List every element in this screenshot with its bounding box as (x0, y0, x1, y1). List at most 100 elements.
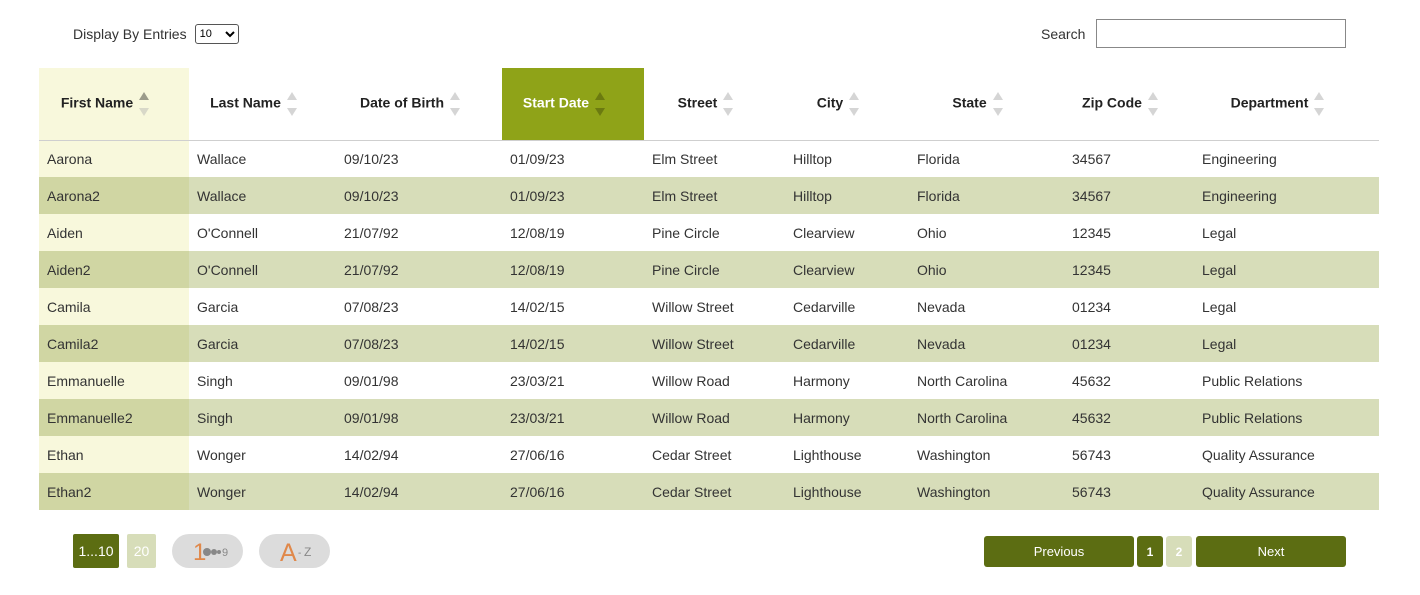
table-cell: Cedarville (785, 325, 909, 362)
table-cell: Pine Circle (644, 214, 785, 251)
sort-down-icon (723, 107, 734, 116)
table-cell: Willow Street (644, 288, 785, 325)
table-row: Aiden O'Connell 21/07/92 12/08/19 Pine Circl… (39, 214, 1379, 251)
sort-up-icon (723, 91, 734, 100)
table-row: Ethan2 Wonger 14/02/94 27/06/16 Cedar Street… (39, 473, 1379, 510)
column-header-state[interactable]: State (909, 68, 1064, 141)
table-cell: Ohio (909, 251, 1064, 288)
table-cell: 01/09/23 (502, 140, 644, 177)
sort-arrows-icon (595, 91, 606, 116)
table-cell: 12345 (1064, 251, 1194, 288)
table-cell: 27/06/16 (502, 436, 644, 473)
table-cell: Hilltop (785, 140, 909, 177)
column-header-date-of-birth[interactable]: Date of Birth (336, 68, 502, 141)
table-row: Aiden2 O'Connell 21/07/92 12/08/19 Pine Circ… (39, 251, 1379, 288)
table-row: Emmanuelle2 Singh 09/01/98 23/03/21 Willow R… (39, 399, 1379, 436)
table-cell: 12/08/19 (502, 251, 644, 288)
table-cell: Garcia (189, 288, 336, 325)
table-cell: 23/03/21 (502, 362, 644, 399)
table-cell: Engineering (1194, 177, 1379, 214)
table-cell: 14/02/94 (336, 436, 502, 473)
table-cell: 27/06/16 (502, 473, 644, 510)
table-cell: Emmanuelle (39, 362, 189, 399)
sort-arrows-icon (849, 91, 860, 116)
sort-down-icon (849, 107, 860, 116)
column-header-label: Department (1230, 94, 1309, 111)
sort-arrows-icon (450, 91, 460, 116)
table-cell: Emmanuelle2 (39, 399, 189, 436)
sort-down-icon (1147, 107, 1158, 116)
table-cell: 01/09/23 (502, 177, 644, 214)
next-button[interactable]: Next (1196, 536, 1346, 567)
table-row: Emmanuelle Singh 09/01/98 23/03/21 Willow Ro… (39, 362, 1379, 399)
table-cell: 09/10/23 (336, 140, 502, 177)
sort-down-icon (286, 107, 297, 116)
column-header-department[interactable]: Department (1194, 68, 1379, 141)
sort-up-icon (450, 91, 460, 100)
sort-arrows-icon (723, 91, 734, 116)
view-options: 1...10 20 1 9 A - Z (73, 534, 330, 568)
table-cell: 12345 (1064, 214, 1194, 251)
table-cell: Quality Assurance (1194, 436, 1379, 473)
table-cell: 21/07/92 (336, 251, 502, 288)
table-cell: 14/02/15 (502, 288, 644, 325)
page-size-10-button[interactable]: 1...10 (73, 534, 119, 568)
table-cell: Cedarville (785, 288, 909, 325)
column-header-start-date[interactable]: Start Date (502, 68, 644, 141)
column-header-label: First Name (60, 94, 134, 111)
table-cell: Camila (39, 288, 189, 325)
table-cell: Quality Assurance (1194, 473, 1379, 510)
column-header-last-name[interactable]: Last Name (189, 68, 336, 141)
column-header-city[interactable]: City (785, 68, 909, 141)
column-header-label: City (816, 94, 844, 111)
table-cell: 56743 (1064, 436, 1194, 473)
numeric-sort-end: 9 (222, 547, 228, 559)
page-1-button[interactable]: 1 (1137, 536, 1163, 567)
table-cell: 01234 (1064, 288, 1194, 325)
sort-down-icon (595, 107, 606, 116)
svg-text:-: - (298, 548, 301, 559)
sort-arrows-icon (139, 91, 150, 116)
table-cell: Washington (909, 436, 1064, 473)
table-cell: 07/08/23 (336, 288, 502, 325)
alpha-sort-button[interactable]: A - Z (259, 534, 330, 568)
table-cell: Wonger (189, 473, 336, 510)
sort-arrows-icon (1147, 91, 1158, 116)
sort-down-icon (450, 107, 460, 116)
column-header-first-name[interactable]: First Name (39, 68, 189, 141)
numeric-sort-button[interactable]: 1 9 (172, 534, 243, 568)
sort-arrows-icon (286, 91, 297, 116)
page-2-button[interactable]: 2 (1166, 536, 1192, 567)
previous-button[interactable]: Previous (984, 536, 1134, 567)
column-header-label: Zip Code (1082, 94, 1142, 111)
search-input[interactable] (1096, 19, 1346, 48)
sort-up-icon (139, 91, 150, 100)
table-cell: Washington (909, 473, 1064, 510)
table-cell: Public Relations (1194, 362, 1379, 399)
header-row: First Name Last Name Date of Birth Start Da… (39, 68, 1379, 141)
table-cell: Legal (1194, 288, 1379, 325)
table-cell: 45632 (1064, 362, 1194, 399)
table-cell: 45632 (1064, 399, 1194, 436)
entries-select[interactable]: 10 (194, 24, 239, 44)
column-header-label: Date of Birth (360, 94, 444, 111)
table-cell: Garcia (189, 325, 336, 362)
table-cell: Clearview (785, 214, 909, 251)
table-controls: Display By Entries 10 Search (0, 18, 1420, 50)
table-cell: Elm Street (644, 177, 785, 214)
table-cell: Aiden2 (39, 251, 189, 288)
table-cell: 09/10/23 (336, 177, 502, 214)
table-cell: Wonger (189, 436, 336, 473)
table-cell: Singh (189, 362, 336, 399)
column-header-zip-code[interactable]: Zip Code (1064, 68, 1194, 141)
table-cell: Nevada (909, 325, 1064, 362)
table-cell: 09/01/98 (336, 362, 502, 399)
page-size-20-button[interactable]: 20 (127, 534, 156, 568)
table-cell: 09/01/98 (336, 399, 502, 436)
column-header-label: State (952, 94, 987, 111)
column-header-label: Street (677, 94, 718, 111)
column-header-street[interactable]: Street (644, 68, 785, 141)
table-cell: Pine Circle (644, 251, 785, 288)
table-cell: Public Relations (1194, 399, 1379, 436)
table-cell: Lighthouse (785, 436, 909, 473)
